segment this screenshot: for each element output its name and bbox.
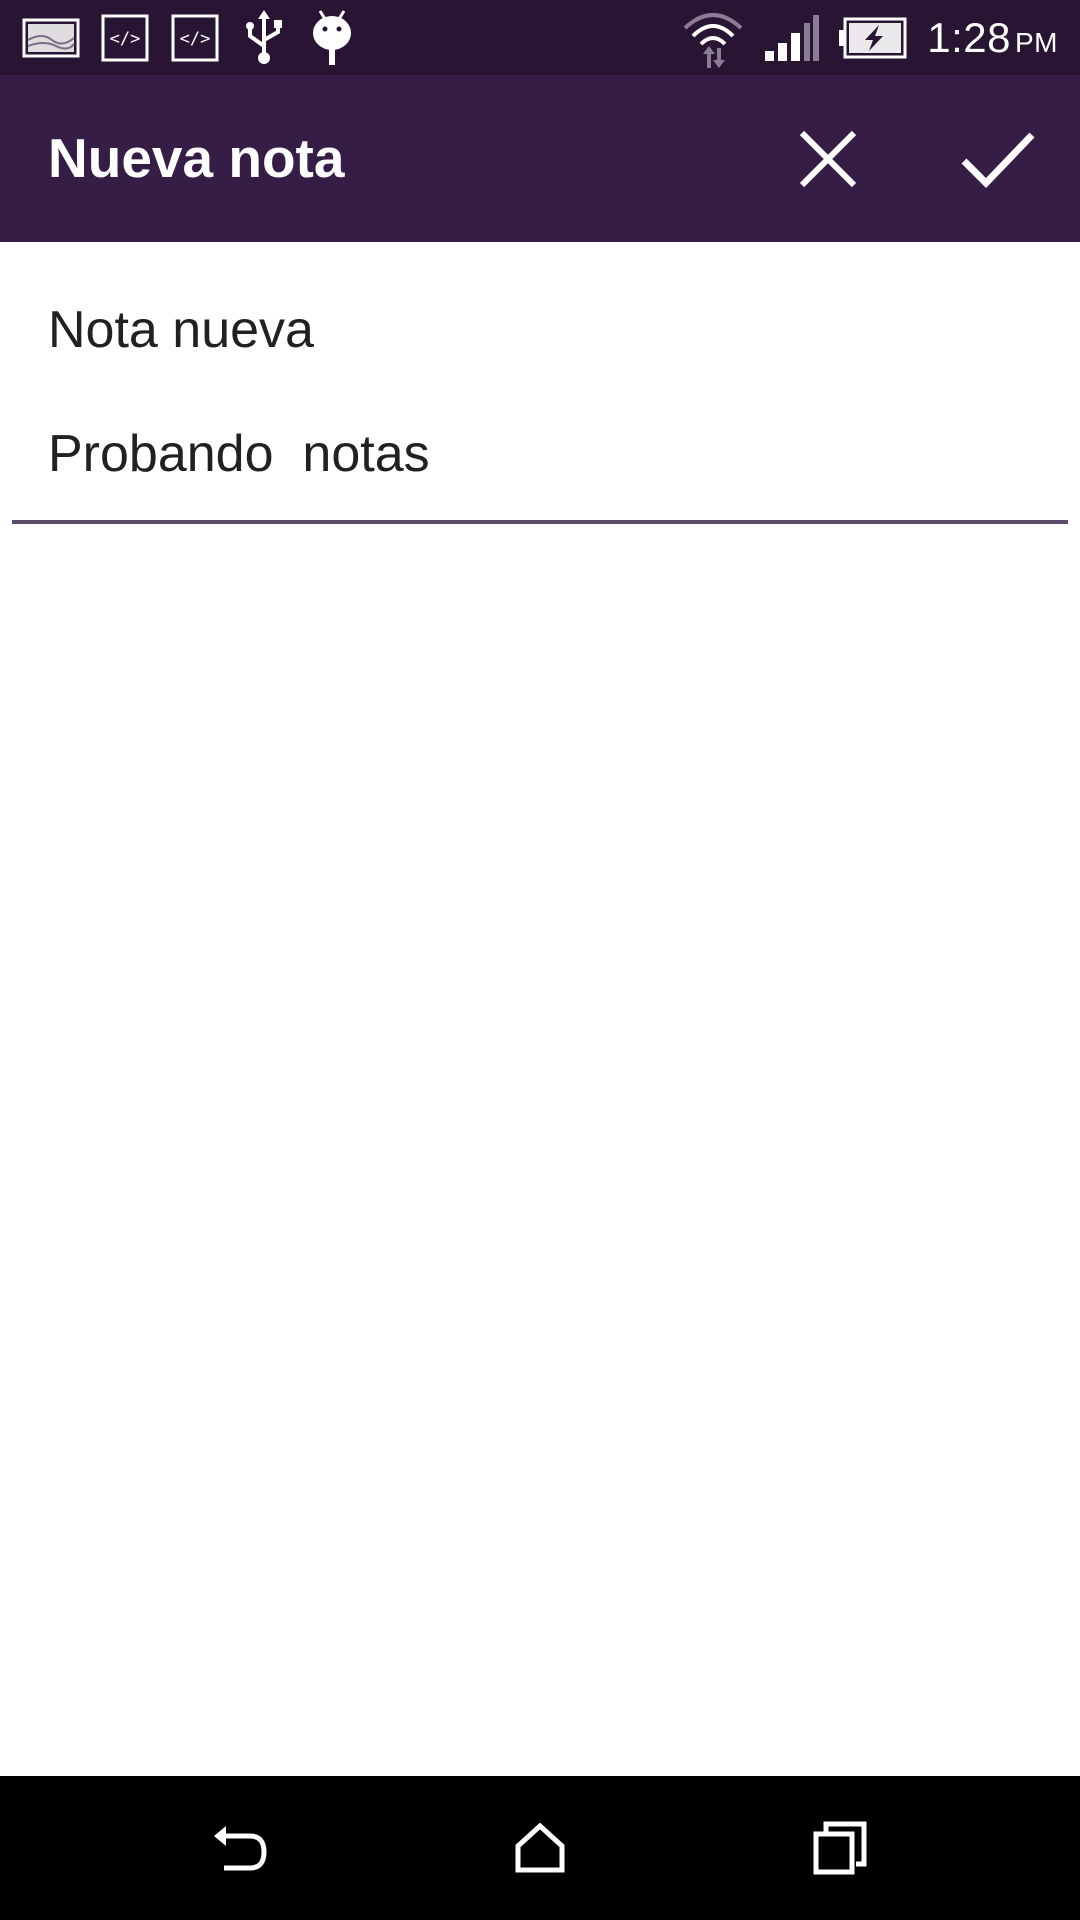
- check-icon: [961, 132, 1035, 189]
- code-icon: </>: [171, 14, 219, 62]
- home-button[interactable]: [492, 1800, 588, 1896]
- signal-icon: [765, 14, 820, 61]
- back-button[interactable]: [192, 1800, 288, 1896]
- image-notification-icon: [22, 18, 80, 58]
- home-icon: [515, 1822, 565, 1873]
- svg-text:</>: </>: [110, 29, 141, 49]
- svg-text:</>: </>: [180, 29, 211, 49]
- code-icon: </>: [101, 14, 149, 62]
- status-time: 1:28 PM: [927, 14, 1058, 62]
- status-bar: </> </> 1:28 PM: [0, 0, 1080, 75]
- navigation-bar: [0, 1776, 1080, 1920]
- time-value: 1:28: [927, 13, 1011, 61]
- app-bar: Nueva nota: [0, 75, 1080, 242]
- recents-icon: [813, 1821, 867, 1875]
- note-editor: Probando notas: [0, 242, 1080, 1776]
- save-button[interactable]: [956, 117, 1040, 201]
- notification-icons: </> </>: [22, 10, 356, 66]
- android-debug-icon: [313, 10, 351, 65]
- note-title-input[interactable]: [48, 300, 1038, 360]
- page-title: Nueva nota: [48, 127, 345, 189]
- battery-charging-icon: [839, 17, 907, 58]
- usb-icon: [246, 10, 282, 64]
- back-icon: [214, 1826, 267, 1871]
- close-icon: [799, 130, 857, 188]
- system-status-icons: 1:28 PM: [681, 0, 1058, 75]
- recents-button[interactable]: [792, 1800, 888, 1896]
- body-input-underline: [12, 520, 1068, 524]
- time-ampm: PM: [1015, 26, 1058, 58]
- note-body-input[interactable]: Probando notas: [48, 424, 1038, 484]
- wifi-icon: [683, 12, 743, 68]
- discard-button[interactable]: [786, 117, 870, 201]
